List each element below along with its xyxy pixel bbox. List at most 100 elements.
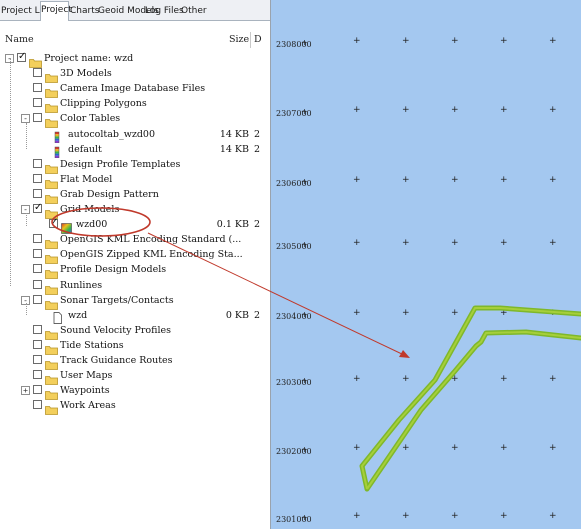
tree-item-autocoltab-wzd00[interactable]: autocoltab_wzd00 14 KB 2 bbox=[0, 127, 270, 143]
visibility-checkbox[interactable] bbox=[33, 339, 42, 349]
tree-item-wzd[interactable]: wzd 0 KB 2 bbox=[0, 308, 270, 324]
grid-marker: + bbox=[353, 36, 361, 46]
grid-marker: + bbox=[500, 443, 508, 453]
visibility-checkbox[interactable] bbox=[33, 234, 42, 244]
column-separator[interactable] bbox=[250, 32, 251, 48]
tree-item-opengis-kml-encoding-standard[interactable]: OpenGIS KML Encoding Standard (... bbox=[0, 232, 270, 250]
visibility-checkbox[interactable] bbox=[33, 370, 42, 380]
tree-item-label: Grid Models bbox=[60, 204, 120, 215]
tree-item-clipping-polygons[interactable]: Clipping Polygons bbox=[0, 96, 270, 114]
tree-item-opengis-zipped-kml-encoding-sta[interactable]: OpenGIS Zipped KML Encoding Sta... bbox=[0, 247, 270, 265]
tree-connector bbox=[10, 58, 11, 286]
file-size: 14 KB bbox=[219, 143, 249, 155]
tab-log-files[interactable]: Log Files bbox=[144, 2, 184, 19]
visibility-checkbox[interactable] bbox=[33, 279, 42, 289]
visibility-checkbox[interactable] bbox=[33, 98, 42, 108]
survey-track-highlight bbox=[361, 307, 581, 490]
tree-item-camera-image-database-files[interactable]: Camera Image Database Files bbox=[0, 81, 270, 99]
grid-marker: + bbox=[549, 175, 557, 185]
grid-marker: + bbox=[402, 105, 410, 115]
tree-item-sonar-targets-contacts[interactable]: - Sonar Targets/Contacts bbox=[0, 293, 270, 310]
grid-marker: + bbox=[549, 511, 557, 521]
visibility-checkbox[interactable] bbox=[33, 158, 42, 168]
grid-marker: + bbox=[549, 374, 557, 384]
tab-bar: Project List Project Charts Geoid Models Log… bbox=[0, 0, 270, 21]
visibility-checkbox[interactable] bbox=[33, 355, 42, 364]
visibility-checkbox[interactable] bbox=[33, 385, 42, 395]
tree-item-label: Clipping Polygons bbox=[60, 98, 147, 110]
grid-marker: + bbox=[402, 308, 410, 318]
expand-icon[interactable]: + bbox=[21, 386, 30, 396]
tree-item-label: Grab Design Pattern bbox=[60, 188, 159, 200]
tree-item-label: Tide Stations bbox=[60, 339, 124, 351]
tree-item-label: OpenGIS KML Encoding Standard (... bbox=[60, 234, 242, 246]
map-view[interactable]: 2308000 + + + + + +2307000 + + + + + +2306000 + + + + + +2… bbox=[271, 0, 581, 529]
tab-other[interactable]: Other bbox=[180, 2, 207, 19]
grid-marker: + bbox=[402, 36, 410, 46]
tree-item-flat-model[interactable]: Flat Model bbox=[0, 172, 270, 189]
file-date: 2 bbox=[254, 219, 261, 231]
grid-marker: + bbox=[402, 443, 410, 453]
grid-marker: + bbox=[451, 105, 459, 115]
tab-project[interactable]: Project bbox=[40, 1, 72, 21]
visibility-checkbox[interactable] bbox=[17, 51, 26, 62]
tree-item-label: Profile Design Models bbox=[60, 264, 167, 276]
file-date: 2 bbox=[254, 128, 261, 140]
grid-marker: + bbox=[301, 513, 308, 522]
tab-geoid-models[interactable]: Geoid Models bbox=[97, 2, 159, 19]
visibility-checkbox[interactable] bbox=[49, 217, 58, 229]
visibility-checkbox[interactable] bbox=[33, 264, 42, 274]
tree-item-grab-design-pattern[interactable]: Grab Design Pattern bbox=[0, 187, 270, 204]
column-name-header[interactable]: Name bbox=[5, 32, 34, 48]
grid-marker: + bbox=[451, 238, 459, 248]
tree-item-sound-velocity-profiles[interactable]: Sound Velocity Profiles bbox=[0, 323, 270, 340]
tab-charts[interactable]: Charts bbox=[69, 2, 99, 19]
tree-item-grid-models[interactable]: -Grid Models bbox=[0, 202, 270, 219]
tree-connector bbox=[26, 303, 27, 315]
visibility-checkbox[interactable] bbox=[33, 202, 42, 213]
visibility-checkbox[interactable] bbox=[33, 83, 42, 93]
grid-marker: + bbox=[301, 445, 308, 454]
grid-marker: + bbox=[500, 238, 508, 248]
column-size-header[interactable]: Size bbox=[229, 32, 249, 48]
tree-item-profile-design-models[interactable]: Profile Design Models bbox=[0, 262, 270, 280]
tree-item-label: User Maps bbox=[60, 370, 113, 382]
grid-marker: + bbox=[301, 107, 308, 116]
tree-item-waypoints[interactable]: + Waypoints bbox=[0, 383, 270, 401]
tree-item-label: autocoltab_wzd00 bbox=[68, 128, 156, 140]
tree-item-project-name-wzd[interactable]: -Project name: wzd bbox=[0, 51, 270, 68]
map-canvas[interactable]: 2308000+ + + + + +2307000+ + + + + +2306000+ + + + + +2… bbox=[271, 0, 581, 529]
visibility-checkbox[interactable] bbox=[33, 324, 42, 334]
tree-item-label: Project name: wzd bbox=[44, 53, 134, 64]
visibility-checkbox[interactable] bbox=[33, 173, 42, 183]
grid-marker: + bbox=[500, 374, 508, 384]
tree-item-3d-models[interactable]: 3D Models bbox=[0, 66, 270, 83]
visibility-checkbox[interactable] bbox=[33, 400, 42, 410]
visibility-checkbox[interactable] bbox=[33, 249, 42, 259]
tree-item-work-areas[interactable]: Work Areas bbox=[0, 398, 270, 416]
grid-marker: + bbox=[353, 175, 361, 185]
tree-item-color-tables[interactable]: - Color Tables bbox=[0, 111, 270, 129]
tree-item-tide-stations[interactable]: Tide Stations bbox=[0, 338, 270, 355]
tree-item-track-guidance-routes[interactable]: Track Guidance Routes bbox=[0, 353, 270, 370]
visibility-checkbox[interactable] bbox=[33, 188, 42, 198]
visibility-checkbox[interactable] bbox=[33, 294, 42, 304]
grid-marker: + bbox=[451, 511, 459, 521]
tree-item-wzd00[interactable]: wzd00 0.1 KB 2 bbox=[0, 217, 270, 234]
grid-marker: + bbox=[301, 240, 308, 249]
tree-item-default[interactable]: default 14 KB 2 bbox=[0, 142, 270, 158]
tree-connector bbox=[26, 213, 27, 226]
tab-project-list[interactable]: Project List bbox=[0, 2, 50, 19]
grid-marker: + bbox=[301, 310, 308, 319]
tree-item-label: default bbox=[68, 143, 102, 155]
visibility-checkbox[interactable] bbox=[33, 113, 42, 123]
tree-item-user-maps[interactable]: User Maps bbox=[0, 368, 270, 385]
tree-item-runlines[interactable]: Runlines bbox=[0, 278, 270, 295]
tree-item-label: Waypoints bbox=[60, 385, 110, 397]
tree-item-label: Work Areas bbox=[60, 400, 116, 412]
grid-marker: + bbox=[301, 38, 308, 47]
grid-marker: + bbox=[301, 177, 308, 186]
column-date-header[interactable]: D bbox=[254, 32, 262, 48]
tree-item-design-profile-templates[interactable]: Design Profile Templates bbox=[0, 157, 270, 174]
visibility-checkbox[interactable] bbox=[33, 68, 42, 78]
